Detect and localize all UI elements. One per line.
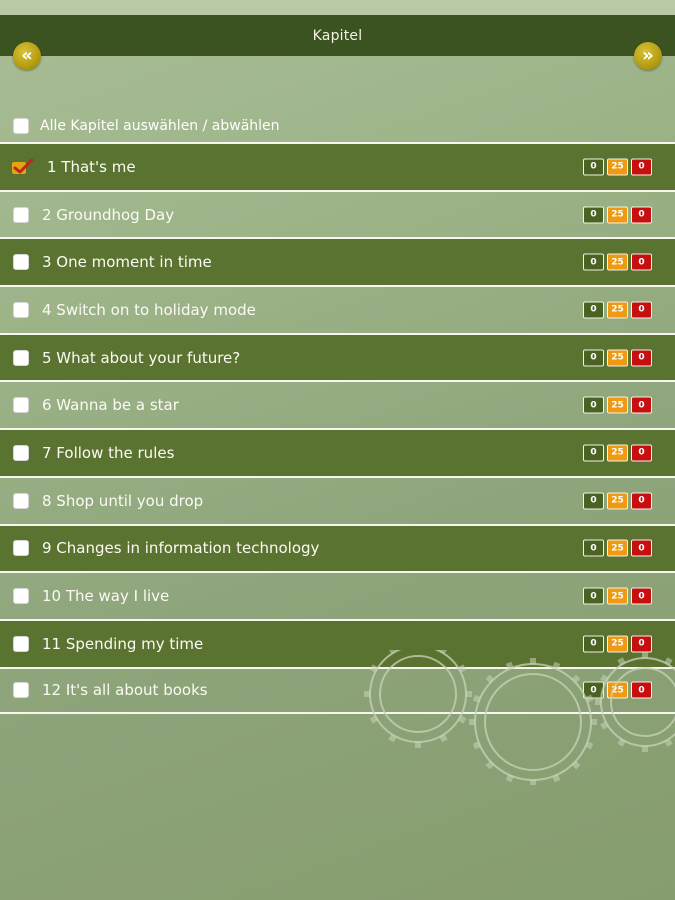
- chapter-checkbox[interactable]: [13, 540, 29, 557]
- open-count-badge: 25: [607, 492, 628, 510]
- correct-count-badge: 0: [583, 253, 604, 271]
- open-count-badge: 25: [607, 349, 628, 367]
- chapter-label: 7 Follow the rules: [42, 443, 175, 462]
- chapter-checkbox[interactable]: [13, 349, 29, 366]
- chapter-label: 10 The way I live: [42, 587, 170, 606]
- wrong-count-badge: 0: [631, 301, 652, 319]
- double-chevron-right-icon: »: [642, 45, 654, 66]
- chapter-row[interactable]: 7 Follow the rules 0 25 0: [0, 428, 675, 476]
- chapter-checkbox[interactable]: [13, 397, 29, 414]
- previous-button[interactable]: «: [13, 42, 41, 70]
- chapter-label: 8 Shop until you drop: [42, 491, 204, 510]
- correct-count-badge: 0: [583, 444, 604, 462]
- correct-count-badge: 0: [583, 158, 604, 176]
- score-counters: 0 25 0: [583, 444, 652, 462]
- chapter-label: 6 Wanna be a star: [42, 396, 179, 415]
- chapter-label: 9 Changes in information technology: [42, 539, 320, 558]
- select-all-row[interactable]: Alle Kapitel auswählen / abwählen: [0, 111, 675, 141]
- correct-count-badge: 0: [583, 301, 604, 319]
- chapter-label: 11 Spending my time: [42, 634, 204, 653]
- wrong-count-badge: 0: [631, 444, 652, 462]
- gears-decoration: [364, 650, 675, 785]
- open-count-badge: 25: [607, 253, 628, 271]
- wrong-count-badge: 0: [631, 396, 652, 414]
- chapter-checkbox[interactable]: [13, 492, 29, 509]
- open-count-badge: 25: [607, 206, 628, 224]
- chapter-checkbox[interactable]: [13, 206, 29, 223]
- chapter-list: 1 That's me 0 25 0 2 Groundhog Day 0 25 0 3 One …: [0, 142, 675, 715]
- chapter-checkbox[interactable]: [13, 444, 29, 461]
- chapter-row[interactable]: 9 Changes in information technology 0 25 0: [0, 523, 675, 572]
- chapter-checkbox[interactable]: [13, 588, 29, 605]
- score-counters: 0 25 0: [583, 396, 652, 414]
- chapter-row[interactable]: 5 What about your future? 0 25 0: [0, 332, 675, 381]
- chapter-label: 5 What about your future?: [42, 348, 241, 367]
- chapter-label: 3 One moment in time: [42, 253, 212, 272]
- chapter-row[interactable]: 4 Switch on to holiday mode 0 25 0: [0, 285, 675, 333]
- chapter-row[interactable]: 6 Wanna be a star 0 25 0: [0, 380, 675, 428]
- score-counters: 0 25 0: [583, 206, 652, 224]
- chapter-row[interactable]: 1 That's me 0 25 0: [0, 142, 675, 190]
- page-title: Kapitel: [312, 27, 363, 44]
- correct-count-badge: 0: [583, 492, 604, 510]
- chapter-label: 2 Groundhog Day: [42, 205, 175, 224]
- wrong-count-badge: 0: [631, 206, 652, 224]
- title-bar: Kapitel: [0, 15, 675, 56]
- score-counters: 0 25 0: [583, 492, 652, 510]
- open-count-badge: 25: [607, 158, 628, 176]
- chapter-row[interactable]: 10 The way I live 0 25 0: [0, 571, 675, 619]
- wrong-count-badge: 0: [631, 253, 652, 271]
- score-counters: 0 25 0: [583, 158, 652, 176]
- checked-checkmark-icon[interactable]: [12, 158, 34, 175]
- select-all-checkbox[interactable]: [13, 118, 29, 134]
- chapter-label: 1 That's me: [47, 157, 136, 176]
- wrong-count-badge: 0: [631, 349, 652, 367]
- open-count-badge: 25: [607, 444, 628, 462]
- select-all-label: Alle Kapitel auswählen / abwählen: [40, 118, 280, 134]
- score-counters: 0 25 0: [583, 539, 652, 557]
- score-counters: 0 25 0: [583, 587, 652, 605]
- chapter-label: 4 Switch on to holiday mode: [42, 300, 256, 319]
- wrong-count-badge: 0: [631, 492, 652, 510]
- chapter-checkbox[interactable]: [13, 254, 29, 271]
- chapter-checkbox[interactable]: [13, 635, 29, 652]
- chapter-row[interactable]: 2 Groundhog Day 0 25 0: [0, 189, 675, 238]
- double-chevron-left-icon: «: [21, 45, 33, 66]
- correct-count-badge: 0: [583, 396, 604, 414]
- score-counters: 0 25 0: [583, 349, 652, 367]
- correct-count-badge: 0: [583, 349, 604, 367]
- chapter-row[interactable]: 8 Shop until you drop 0 25 0: [0, 475, 675, 524]
- open-count-badge: 25: [607, 587, 628, 605]
- chapter-checkbox[interactable]: [13, 301, 29, 318]
- wrong-count-badge: 0: [631, 587, 652, 605]
- open-count-badge: 25: [607, 539, 628, 557]
- top-strip: [0, 0, 675, 15]
- wrong-count-badge: 0: [631, 539, 652, 557]
- open-count-badge: 25: [607, 396, 628, 414]
- open-count-badge: 25: [607, 301, 628, 319]
- score-counters: 0 25 0: [583, 301, 652, 319]
- chapter-checkbox[interactable]: [13, 682, 29, 699]
- correct-count-badge: 0: [583, 206, 604, 224]
- chapter-label: 12 It's all about books: [42, 681, 208, 700]
- wrong-count-badge: 0: [631, 158, 652, 176]
- correct-count-badge: 0: [583, 539, 604, 557]
- chapter-row[interactable]: 3 One moment in time 0 25 0: [0, 237, 675, 286]
- score-counters: 0 25 0: [583, 253, 652, 271]
- correct-count-badge: 0: [583, 587, 604, 605]
- next-button[interactable]: »: [634, 42, 662, 70]
